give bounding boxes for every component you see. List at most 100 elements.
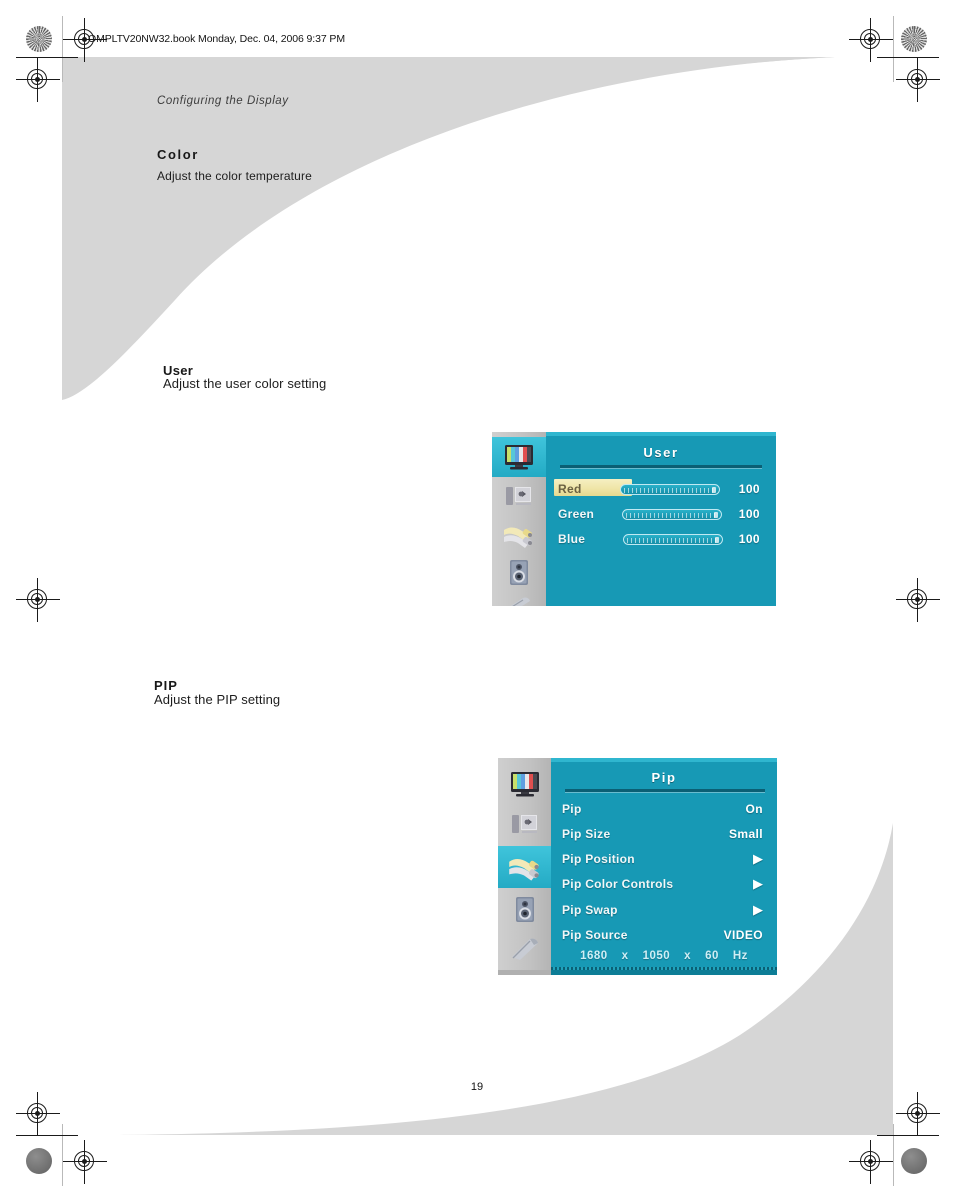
guide-line-right bbox=[893, 16, 894, 82]
osd-bottom-bar bbox=[498, 970, 777, 975]
picture-icon bbox=[505, 445, 533, 470]
osd-row-value: Small bbox=[728, 826, 763, 841]
display-settings-icon bbox=[506, 487, 531, 505]
slider-ticks bbox=[627, 537, 720, 543]
registration-mark-bottom-right bbox=[849, 1140, 893, 1184]
tool-wrench-icon bbox=[510, 597, 530, 606]
osd-title-user: User bbox=[643, 445, 679, 460]
sidebar-item-speaker[interactable] bbox=[498, 890, 551, 930]
sidebar-item-display-settings[interactable] bbox=[498, 806, 551, 844]
rca-cable-icon bbox=[504, 527, 533, 548]
slider-knob[interactable] bbox=[715, 536, 720, 543]
osd-row-value: VIDEO bbox=[723, 927, 763, 942]
registration-mark-right-lower bbox=[896, 1092, 940, 1136]
osd-row-pip-color-controls[interactable]: Pip Color Controls ▶ bbox=[551, 871, 777, 896]
trim-mark-bottom-left bbox=[16, 1135, 78, 1137]
sidebar-item-speaker[interactable] bbox=[492, 555, 546, 591]
guide-line-right-bottom bbox=[893, 1124, 894, 1186]
osd-menu-user: User Red 100 Green 100 Blue 100 bbox=[492, 432, 776, 606]
trim-mark-top-right bbox=[877, 57, 939, 59]
picture-icon bbox=[510, 772, 539, 797]
section-description-user: Adjust the user color setting bbox=[163, 376, 327, 391]
color-bar-blob-bottom-right bbox=[901, 1148, 927, 1174]
sidebar-item-tools[interactable] bbox=[492, 592, 546, 606]
blue-slider[interactable] bbox=[623, 533, 724, 545]
osd-row-red[interactable]: Red 100 bbox=[546, 478, 776, 500]
osd-title-rule bbox=[565, 789, 765, 792]
sidebar-item-display-settings[interactable] bbox=[492, 479, 546, 515]
sidebar-item-rca-cable[interactable] bbox=[492, 517, 546, 553]
rca-cable-icon bbox=[508, 859, 539, 881]
registration-mark-top-right bbox=[849, 18, 893, 62]
osd-row-label: Green bbox=[558, 507, 595, 521]
color-bar-burst-top-left bbox=[26, 26, 52, 52]
osd-row-label: Blue bbox=[558, 532, 586, 546]
osd-resolution-footer: 1680 x 1050 x 60 Hz bbox=[551, 947, 777, 965]
osd-row-pip-source[interactable]: Pip Source VIDEO bbox=[551, 922, 777, 947]
osd-body-pip: Pip Pip On Pip Size Small Pip Position ▶… bbox=[551, 758, 777, 975]
osd-row-pip-swap[interactable]: Pip Swap ▶ bbox=[551, 897, 777, 922]
refresh-rate: 60 bbox=[705, 950, 719, 962]
osd-title-pip: Pip bbox=[651, 770, 677, 785]
page-number: 19 bbox=[470, 1081, 484, 1093]
section-heading-color: Color bbox=[157, 147, 199, 162]
osd-row-pip-position[interactable]: Pip Position ▶ bbox=[551, 846, 777, 871]
osd-sidebar-user bbox=[492, 432, 546, 606]
osd-row-value: 100 bbox=[738, 482, 760, 496]
green-slider[interactable] bbox=[622, 508, 723, 520]
running-head: Configuring the Display bbox=[157, 95, 289, 107]
guide-line-left bbox=[62, 16, 63, 82]
slider-ticks bbox=[626, 512, 719, 518]
resolution-sep-2: x bbox=[684, 950, 692, 962]
registration-mark-left-upper bbox=[16, 58, 60, 102]
sidebar-item-picture[interactable] bbox=[492, 437, 546, 477]
osd-row-value: 100 bbox=[738, 532, 760, 546]
decorative-curve-top bbox=[62, 57, 893, 1135]
sidebar-item-tools[interactable] bbox=[498, 930, 551, 966]
submenu-arrow-icon: ▶ bbox=[753, 902, 763, 917]
osd-row-label: Red bbox=[558, 482, 582, 496]
slider-knob[interactable] bbox=[711, 486, 716, 493]
trim-mark-top-left bbox=[16, 57, 78, 59]
resolution-width: 1680 bbox=[580, 950, 608, 962]
red-slider[interactable] bbox=[619, 483, 720, 495]
osd-title-rule bbox=[560, 465, 762, 468]
slider-knob[interactable] bbox=[714, 511, 719, 518]
osd-row-pip[interactable]: Pip On bbox=[551, 796, 777, 821]
color-bar-blob-bottom-left bbox=[26, 1148, 52, 1174]
sidebar-item-picture[interactable] bbox=[498, 764, 551, 804]
section-description-color: Adjust the color temperature bbox=[157, 169, 312, 183]
osd-sidebar-pip bbox=[498, 758, 551, 975]
registration-mark-right-upper bbox=[896, 58, 940, 102]
osd-row-label: Pip bbox=[562, 801, 582, 816]
submenu-arrow-icon: ▶ bbox=[753, 851, 763, 866]
refresh-rate-unit: Hz bbox=[732, 950, 748, 962]
sidebar-item-rca-cable[interactable] bbox=[498, 846, 551, 888]
guide-line-left-bottom bbox=[62, 1124, 63, 1186]
registration-mark-right-middle bbox=[896, 578, 940, 622]
speaker-icon bbox=[515, 897, 534, 922]
osd-row-pip-size[interactable]: Pip Size Small bbox=[551, 821, 777, 846]
osd-row-label: Pip Color Controls bbox=[562, 876, 674, 891]
osd-row-value: On bbox=[745, 801, 763, 816]
tool-wrench-icon bbox=[511, 938, 538, 960]
submenu-arrow-icon: ▶ bbox=[753, 876, 763, 891]
osd-row-label: Pip Source bbox=[562, 927, 628, 942]
speaker-icon bbox=[510, 560, 528, 585]
registration-mark-left-lower bbox=[16, 1092, 60, 1136]
osd-row-green[interactable]: Green 100 bbox=[546, 503, 776, 525]
section-description-pip: Adjust the PIP setting bbox=[154, 692, 281, 707]
registration-mark-bottom-left bbox=[63, 1140, 107, 1184]
section-heading-pip: PIP bbox=[154, 678, 178, 693]
osd-row-label: Pip Swap bbox=[562, 902, 618, 917]
slider-ticks bbox=[623, 487, 716, 493]
document-page: OMPLTV20NW32.book Monday, Dec. 04, 2006 … bbox=[0, 0, 954, 1199]
resolution-height: 1050 bbox=[642, 950, 671, 962]
osd-row-blue[interactable]: Blue 100 bbox=[546, 528, 776, 550]
osd-row-value: 100 bbox=[738, 507, 760, 521]
trim-mark-bottom-right bbox=[877, 1135, 939, 1137]
color-bar-burst-top-right bbox=[901, 26, 927, 52]
resolution-sep-1: x bbox=[621, 950, 629, 962]
osd-row-label: Pip Position bbox=[562, 851, 635, 866]
osd-body-user: User Red 100 Green 100 Blue 100 bbox=[546, 432, 776, 606]
